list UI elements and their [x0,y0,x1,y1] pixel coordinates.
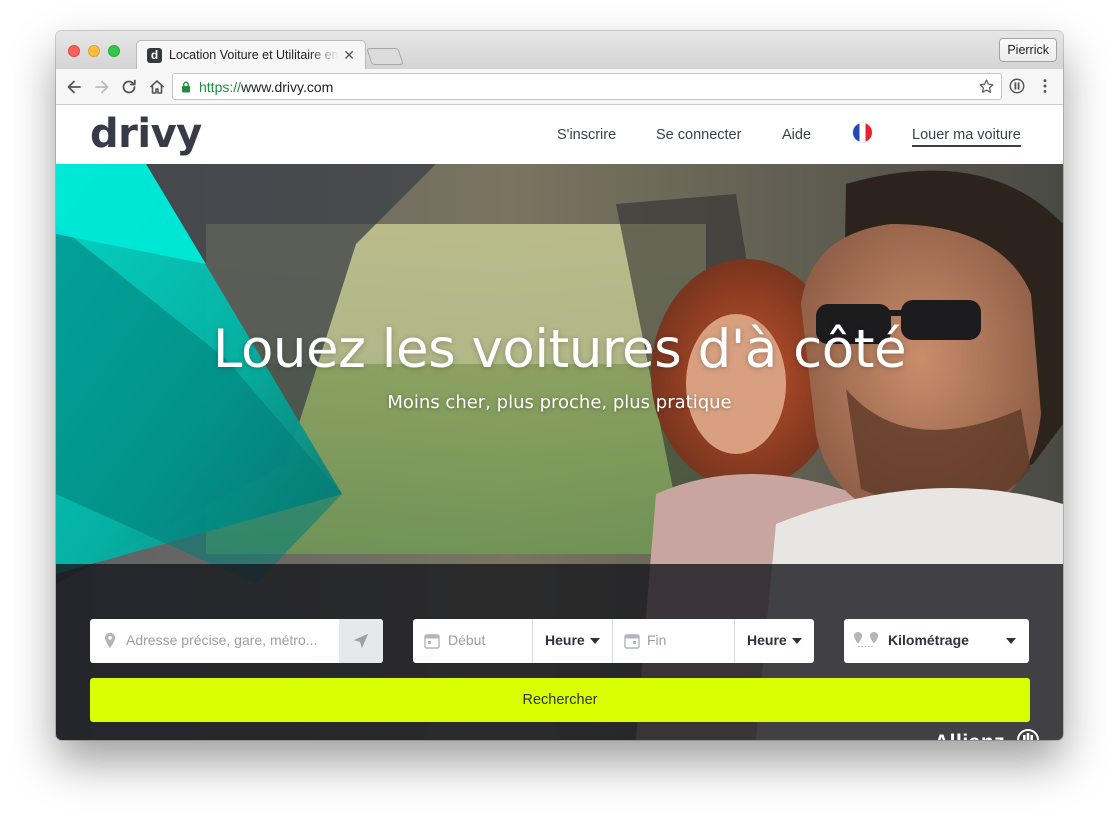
back-arrow-icon[interactable] [64,77,84,97]
map-pin-icon [105,632,115,649]
allianz-partner-logo: Allianz [934,728,1040,740]
nav-signup-link[interactable]: S'inscrire [557,127,616,143]
date-range-field: Début Heure Fin Heure [413,619,814,663]
home-icon[interactable] [147,77,167,97]
new-tab-button[interactable] [366,48,404,65]
address-bar[interactable]: https://www.drivy.com [172,73,1002,100]
end-hour-select[interactable]: Heure [747,632,787,648]
tab-strip: d Location Voiture et Utilitaire entre p… [56,31,1063,70]
divider [734,619,735,663]
extension-info-icon[interactable] [1008,77,1026,95]
search-button[interactable]: Rechercher [90,678,1030,722]
tab-close-icon[interactable]: ✕ [343,47,355,63]
drivy-logo[interactable]: drivy [90,111,202,157]
bookmark-star-icon[interactable] [978,78,995,95]
window-maximize-button[interactable] [108,45,120,57]
start-date-input[interactable]: Début [448,632,485,648]
profile-button[interactable]: Pierrick [999,38,1057,62]
lock-icon [182,81,190,93]
url-text: https://www.drivy.com [199,79,333,95]
end-hour-caret-icon [792,638,802,644]
hero-title: Louez les voitures d'à côté [212,319,907,380]
browser-tab-active[interactable]: d Location Voiture et Utilitaire entre p… [136,40,366,70]
mileage-select[interactable]: Kilométrage [844,619,1029,663]
allianz-wordmark: Allianz [934,731,1005,740]
drivy-favicon-icon: d [147,48,162,63]
nav-help-link[interactable]: Aide [782,127,811,143]
address-input[interactable]: Adresse précise, gare, métro... [126,632,317,648]
address-field[interactable]: Adresse précise, gare, métro... [90,619,383,663]
mileage-caret-icon [1006,638,1016,644]
window-minimize-button[interactable] [88,45,100,57]
forward-arrow-icon[interactable] [92,77,112,97]
nav-login-link[interactable]: Se connecter [656,127,741,143]
start-hour-caret-icon [590,638,600,644]
browser-window: d Location Voiture et Utilitaire entre p… [56,31,1063,740]
url-host: www.drivy.com [241,79,334,95]
calendar-start-icon [424,634,440,649]
hero-subtitle: Moins cher, plus proche, plus pratique [387,392,732,413]
calendar-end-icon [624,634,640,649]
nav-rent-out-link[interactable]: Louer ma voiture [912,127,1021,147]
start-hour-select[interactable]: Heure [545,632,585,648]
browser-menu-icon[interactable] [1036,77,1054,95]
route-pins-icon [854,632,878,648]
location-arrow-icon [353,633,369,649]
site-header: drivy S'inscrire Se connecter Aide Louer… [56,105,1063,164]
end-date-input[interactable]: Fin [647,632,666,648]
mileage-value: Kilométrage [888,632,969,648]
tab-title: Location Voiture et Utilitaire entre par… [169,48,339,62]
divider [532,619,533,663]
browser-toolbar: https://www.drivy.com [56,69,1063,105]
window-close-button[interactable] [68,45,80,57]
divider [612,619,613,663]
url-scheme: https:// [199,79,242,95]
allianz-eagle-icon [1016,729,1039,740]
hero-section: Louez les voitures d'à côté Moins cher, … [56,164,1063,740]
french-flag-icon[interactable] [853,123,872,142]
geolocate-button[interactable] [339,619,383,663]
reload-icon[interactable] [119,77,139,97]
